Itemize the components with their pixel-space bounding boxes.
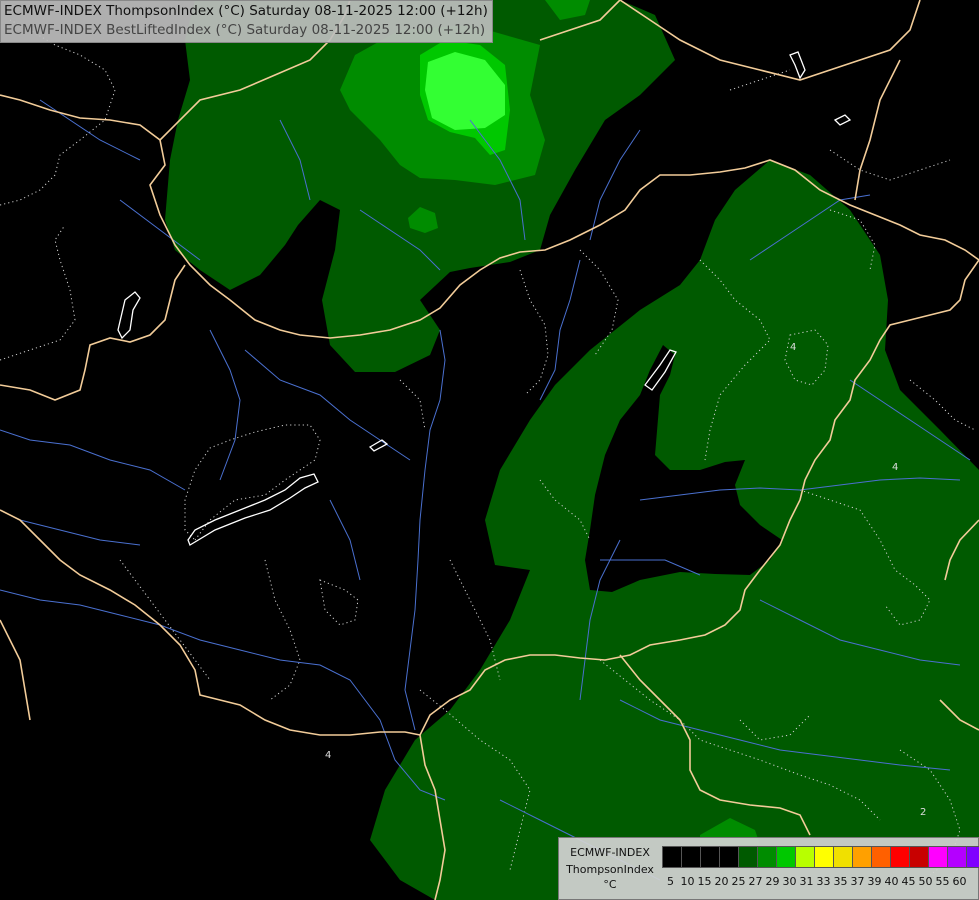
legend-field: ThompsonIndex	[566, 863, 654, 876]
legend-swatch	[871, 846, 891, 868]
legend-tick-label: 37	[850, 875, 865, 888]
legend-swatch	[909, 846, 929, 868]
legend-tick-label: 39	[867, 875, 882, 888]
legend-ticks: 5 10 15 20 25 27 29 30 31 33 35 37 39 40 45 50 55 60	[662, 875, 968, 888]
contour-label: 2	[920, 807, 926, 818]
contour-label: 4	[892, 462, 898, 473]
legend-swatch	[776, 846, 796, 868]
color-legend: ECMWF-INDEX ThompsonIndex °C 5 10 15 20 25 27…	[558, 837, 979, 900]
legend-tick-label: 45	[901, 875, 916, 888]
legend-swatch	[890, 846, 910, 868]
legend-tick-label: 29	[765, 875, 780, 888]
map-title-box: ECMWF-INDEX ThompsonIndex (°C) Saturday …	[0, 0, 493, 43]
legend-tick-label: 35	[833, 875, 848, 888]
legend-swatch	[852, 846, 872, 868]
legend-swatches	[662, 846, 979, 868]
legend-unit: °C	[603, 878, 617, 891]
legend-swatch	[947, 846, 967, 868]
legend-swatch	[814, 846, 834, 868]
legend-swatch	[833, 846, 853, 868]
legend-swatch	[738, 846, 758, 868]
legend-tick-label: 15	[697, 875, 712, 888]
legend-tick-label: 20	[714, 875, 729, 888]
legend-swatch	[757, 846, 777, 868]
legend-swatch	[681, 846, 701, 868]
legend-tick-label: 27	[748, 875, 763, 888]
legend-tick-label: 31	[799, 875, 814, 888]
legend-tick-label: 40	[884, 875, 899, 888]
title-line-bestlifted: ECMWF-INDEX BestLiftedIndex (°C) Saturda…	[4, 22, 486, 38]
legend-swatch	[719, 846, 739, 868]
legend-swatch	[795, 846, 815, 868]
legend-tick-label: 50	[918, 875, 933, 888]
weather-map: 4 4 4 2	[0, 0, 979, 900]
legend-tick-label: 55	[935, 875, 950, 888]
legend-tick-label: 25	[731, 875, 746, 888]
legend-tick-label: 33	[816, 875, 831, 888]
legend-swatch	[700, 846, 720, 868]
legend-swatch	[966, 846, 979, 868]
legend-model: ECMWF-INDEX	[570, 846, 650, 859]
title-line-thompson: ECMWF-INDEX ThompsonIndex (°C) Saturday …	[4, 3, 488, 19]
legend-tick-label: 10	[680, 875, 695, 888]
contour-label: 4	[790, 342, 796, 353]
legend-swatch	[662, 846, 682, 868]
contour-label: 4	[325, 750, 331, 761]
legend-swatch	[928, 846, 948, 868]
legend-tick-label: 5	[667, 875, 674, 888]
legend-tick-label: 30	[782, 875, 797, 888]
legend-tick-label: 60	[952, 875, 967, 888]
